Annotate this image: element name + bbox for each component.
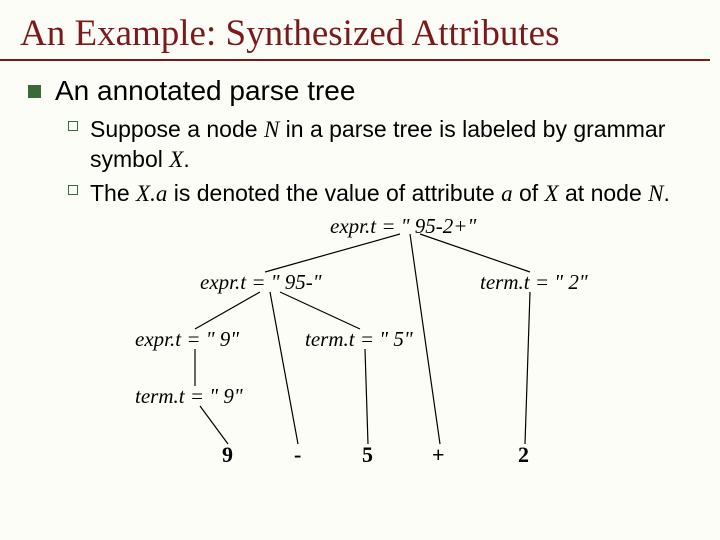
- tree-node-root: expr.t = " 95-2+": [330, 214, 476, 239]
- tree-node-expr95: expr.t = " 95-": [200, 270, 322, 295]
- tree-node-term2: term.t = " 2": [480, 270, 588, 295]
- parse-tree: expr.t = " 95-2+" expr.t = " 95-" term.t…: [80, 214, 640, 474]
- square-bullet-icon: [28, 85, 41, 98]
- slide-title: An Example: Synthesized Attributes: [0, 0, 710, 61]
- tree-leaf-9: 9: [222, 442, 233, 468]
- bullet-text-2: The X.a is denoted the value of attribut…: [90, 179, 670, 209]
- tree-leaf-plus: +: [432, 442, 445, 468]
- tree-leaf-minus: -: [294, 442, 301, 468]
- tree-node-term5: term.t = " 5": [305, 327, 413, 352]
- hollow-square-icon: [68, 185, 78, 195]
- heading-text: An annotated parse tree: [55, 75, 355, 107]
- bullet-level1: An annotated parse tree: [28, 75, 692, 107]
- bullet-text-1: Suppose a node N in a parse tree is labe…: [90, 115, 692, 175]
- hollow-square-icon: [68, 121, 78, 131]
- tree-leaf-2: 2: [518, 442, 529, 468]
- bullet-level2-1: Suppose a node N in a parse tree is labe…: [68, 115, 692, 175]
- bullet-level2-2: The X.a is denoted the value of attribut…: [68, 179, 692, 209]
- tree-node-term9: term.t = " 9": [135, 384, 243, 409]
- slide-body: An annotated parse tree Suppose a node N…: [0, 61, 720, 474]
- tree-node-expr9: expr.t = " 9": [135, 327, 239, 352]
- tree-leaf-5: 5: [362, 442, 373, 468]
